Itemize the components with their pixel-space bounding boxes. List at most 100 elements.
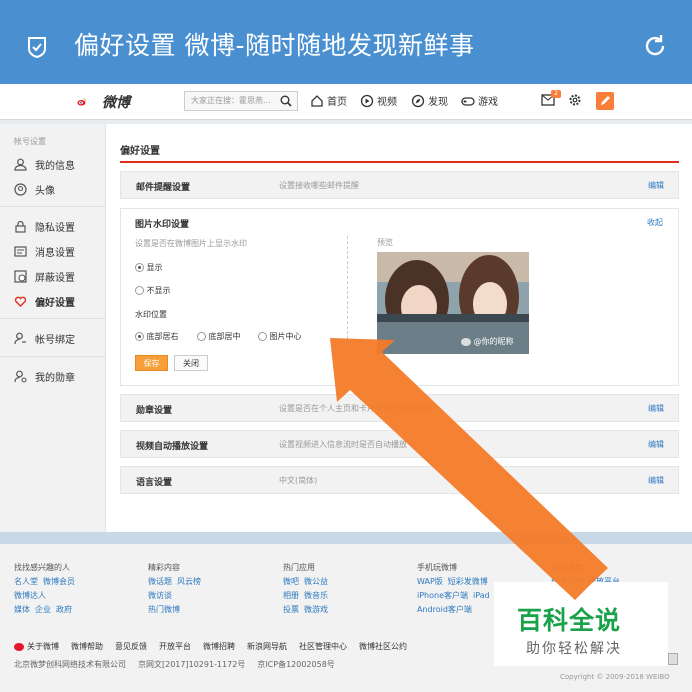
footer-col-heading: 热门应用 bbox=[283, 563, 315, 572]
nav-home-label: 首页 bbox=[327, 97, 347, 108]
sidebar-item-privacy[interactable]: 隐私设置 bbox=[14, 219, 75, 234]
nav-discover-label: 发现 bbox=[428, 97, 448, 108]
sidebar-item-block[interactable]: 屏蔽设置 bbox=[14, 269, 75, 284]
nav-home[interactable]: 首页 bbox=[310, 93, 347, 108]
footer-link[interactable]: 微访谈 bbox=[148, 591, 172, 600]
footer-link[interactable]: 名人堂 bbox=[14, 577, 38, 586]
footer-link[interactable]: 短彩发微博 bbox=[448, 577, 488, 586]
sidebar-label: 我的勋章 bbox=[35, 373, 75, 384]
copyright: Copyright © 2009-2018 WEIBO bbox=[560, 673, 670, 681]
radio-label: 图片中心 bbox=[269, 332, 302, 341]
footer-link[interactable]: Android客户端 bbox=[417, 605, 472, 614]
footer-link[interactable]: WAP版 bbox=[417, 577, 443, 586]
search-placeholder: 大家正在搜：霍思燕... bbox=[191, 96, 271, 105]
shield-check-icon[interactable] bbox=[26, 36, 48, 58]
footer-link[interactable]: 风云榜 bbox=[177, 577, 201, 586]
footer-link[interactable]: iPad bbox=[473, 591, 490, 600]
radio-bottom-right[interactable]: 底部居右 bbox=[135, 331, 179, 342]
weibo-watermark-icon bbox=[461, 337, 471, 346]
footer-link[interactable]: 投票 bbox=[283, 605, 299, 614]
nav-video-label: 视频 bbox=[377, 97, 397, 108]
save-button[interactable]: 保存 bbox=[135, 355, 168, 371]
setting-desc: 中文(简体) bbox=[279, 476, 318, 485]
refresh-icon[interactable] bbox=[642, 33, 668, 59]
setting-row-language: 语言设置 中文(简体) 编辑 bbox=[120, 466, 679, 494]
radio-icon bbox=[258, 332, 267, 341]
close-button[interactable]: 关闭 bbox=[174, 355, 208, 371]
setting-label: 视频自动播放设置 bbox=[136, 442, 209, 452]
nav-discover[interactable]: 发现 bbox=[411, 93, 448, 108]
search-icon[interactable] bbox=[280, 95, 292, 107]
edit-link[interactable]: 编辑 bbox=[648, 180, 664, 191]
footer-link[interactable]: 微话题 bbox=[148, 577, 172, 586]
footer-link[interactable]: 企业 bbox=[35, 605, 51, 614]
sidebar-item-my-info[interactable]: 我的信息 bbox=[14, 157, 75, 172]
edit-link[interactable]: 编辑 bbox=[648, 403, 664, 414]
footer-link[interactable]: 政府 bbox=[56, 605, 72, 614]
edit-link[interactable]: 编辑 bbox=[648, 475, 664, 486]
footer-link[interactable]: 微吧 bbox=[283, 577, 299, 586]
radio-bottom-center[interactable]: 底部居中 bbox=[197, 331, 241, 342]
footer-links-row: 关于微博 微博帮助 意见反馈 开放平台 微博招聘 新浪网导航 社区管理中心 微博社区公约 bbox=[14, 641, 419, 652]
edit-link[interactable]: 编辑 bbox=[648, 439, 664, 450]
compass-icon bbox=[411, 94, 425, 107]
footer-link[interactable]: 社区管理中心 bbox=[299, 642, 347, 651]
sidebar-item-message[interactable]: 消息设置 bbox=[14, 244, 75, 259]
nav-video[interactable]: 视频 bbox=[360, 93, 397, 108]
footer-link[interactable]: 微博帮助 bbox=[71, 642, 103, 651]
sidebar-label: 头像 bbox=[35, 186, 55, 197]
footer-link[interactable]: 微博招聘 bbox=[203, 642, 235, 651]
footer-col-heading: 认证合作 bbox=[551, 563, 583, 572]
video-play-icon bbox=[360, 94, 374, 107]
footer-link[interactable]: 微博会员 bbox=[43, 577, 75, 586]
footer-link[interactable]: 新浪网导航 bbox=[247, 642, 287, 651]
radio-label: 底部居右 bbox=[146, 332, 179, 341]
weibo-logo-text[interactable]: 微博 bbox=[102, 92, 130, 112]
setting-row-video-autoplay: 视频自动播放设置 设置视频进入信息流时是否自动播放 编辑 bbox=[120, 430, 679, 458]
footer-link[interactable]: 相册 bbox=[283, 591, 299, 600]
radio-show[interactable]: 显示 bbox=[135, 262, 163, 273]
avatar-icon bbox=[14, 183, 27, 196]
medal-user-icon bbox=[14, 370, 27, 383]
setting-desc: 设置接收哪些邮件提醒 bbox=[279, 181, 359, 190]
sidebar-label: 隐私设置 bbox=[35, 223, 75, 234]
footer-link[interactable]: 微音乐 bbox=[304, 591, 328, 600]
footer-link[interactable]: 媒体 bbox=[14, 605, 30, 614]
footer-link[interactable]: 微游戏 bbox=[304, 605, 328, 614]
nav-game[interactable]: 游戏 bbox=[461, 93, 498, 108]
radio-icon bbox=[197, 332, 206, 341]
watermark-title: 图片水印设置 bbox=[135, 220, 190, 230]
setting-desc: 设置视频进入信息流时是否自动播放 bbox=[279, 440, 407, 449]
footer-link[interactable]: 开放平台 bbox=[159, 642, 191, 651]
gear-icon[interactable] bbox=[568, 93, 582, 107]
app-title-bar: 偏好设置 微博-随时随地发现新鲜事 bbox=[0, 0, 692, 84]
radio-selected-icon bbox=[135, 263, 144, 272]
sidebar-item-avatar[interactable]: 头像 bbox=[14, 182, 55, 197]
footer-link[interactable]: 意见反馈 bbox=[115, 642, 147, 651]
sidebar-item-medals[interactable]: 我的勋章 bbox=[14, 369, 75, 384]
scroll-button[interactable] bbox=[668, 653, 678, 665]
footer-link[interactable]: iPhone客户端 bbox=[417, 591, 468, 600]
radio-hide[interactable]: 不显示 bbox=[135, 285, 171, 296]
footer-link[interactable]: 热门微博 bbox=[148, 605, 180, 614]
nav-game-label: 游戏 bbox=[478, 97, 498, 108]
footer-band bbox=[0, 532, 692, 544]
sidebar-item-account-binding[interactable]: 帐号绑定 bbox=[14, 331, 75, 346]
footer-link[interactable]: 微博达人 bbox=[14, 591, 46, 600]
footer-link[interactable]: 关于微博 bbox=[27, 642, 59, 651]
sidebar-label: 帐号绑定 bbox=[35, 335, 75, 346]
radio-label: 底部居中 bbox=[208, 332, 241, 341]
icp-number: 京ICP备12002058号 bbox=[257, 660, 335, 669]
setting-label: 语言设置 bbox=[136, 478, 173, 488]
footer-link[interactable]: 微博社区公约 bbox=[359, 642, 407, 651]
weibo-logo-icon[interactable] bbox=[77, 91, 101, 113]
collapse-link[interactable]: 收起 bbox=[647, 217, 663, 228]
sidebar-divider bbox=[0, 318, 106, 319]
search-input[interactable]: 大家正在搜：霍思燕... bbox=[184, 91, 298, 111]
radio-icon bbox=[135, 286, 144, 295]
footer-link[interactable]: 微公益 bbox=[304, 577, 328, 586]
footer-company-row: 北京微梦创科网络技术有限公司 京网文[2017]10291-1172号 京ICP备1… bbox=[14, 659, 347, 670]
radio-image-center[interactable]: 图片中心 bbox=[258, 331, 302, 342]
sidebar-item-preferences[interactable]: 偏好设置 bbox=[14, 294, 75, 309]
compose-button[interactable] bbox=[596, 92, 614, 110]
